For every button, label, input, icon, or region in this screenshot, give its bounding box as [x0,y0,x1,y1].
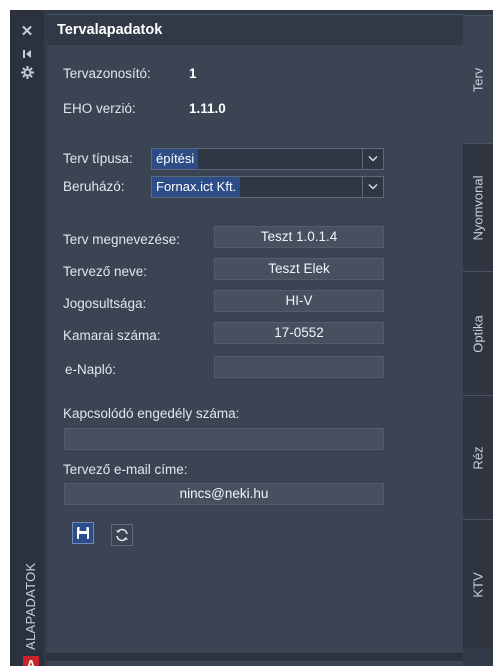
beruhazo-selected: Fornax.ict Kft. [152,177,241,197]
tab-rez[interactable]: Réz [463,395,493,519]
gear-icon[interactable] [10,66,44,82]
tab-ktv[interactable]: KTV [463,519,493,649]
tervezo-neve-label: Tervező neve: [63,264,148,279]
terv-megnevezese-field[interactable]: Teszt 1.0.1.4 [214,226,384,248]
kamarai-szama-label: Kamarai száma: [63,328,161,343]
terv-tipusa-select[interactable]: építési [151,148,384,170]
tervezo-neve-field[interactable]: Teszt Elek [214,258,384,280]
vertical-panel-label: ALAPADATOK [23,562,38,650]
terv-megnevezese-label: Terv megnevezése: [63,232,181,247]
panel-title-bar: Tervalapadatok [47,15,463,45]
eho-verzio-value: 1.11.0 [189,101,226,116]
tab-terv-label: Terv [470,67,486,92]
terv-tipusa-selected: építési [152,149,199,169]
jogosultsaga-field[interactable]: HI-V [214,290,384,312]
tab-terv[interactable]: Terv [463,15,493,143]
close-icon[interactable]: ✕ [10,24,44,40]
e-naplo-field[interactable] [214,356,384,378]
engedely-field[interactable] [64,428,384,450]
eho-verzio-label: EHO verzió: [63,101,136,116]
panel-bottom-bar [47,653,463,661]
tab-nyomvonal-label: Nyomvonal [470,174,486,241]
e-naplo-label: e-Napló: [65,362,117,377]
refresh-button[interactable] [111,524,133,546]
tab-ktv-label: KTV [470,571,486,598]
palette-left-strip: ✕ ALAPADATOK A [10,10,44,666]
tervazonosito-value: 1 [189,66,197,81]
terv-tipusa-label: Terv típusa: [63,151,133,166]
tab-optika[interactable]: Optika [463,271,493,395]
panel-title: Tervalapadatok [57,22,163,38]
tervazonosito-label: Tervazonosító: [63,66,151,81]
chevron-down-icon[interactable] [362,177,383,197]
autocad-logo-icon: A [23,656,39,666]
chevron-down-icon[interactable] [362,149,383,169]
email-field[interactable]: nincs@neki.hu [64,483,384,505]
tab-nyomvonal[interactable]: Nyomvonal [463,143,493,271]
tab-rez-label: Réz [470,445,486,470]
refresh-icon [116,528,128,542]
tab-optika-label: Optika [470,314,486,353]
beruhazo-select[interactable]: Fornax.ict Kft. [151,176,384,198]
pin-icon[interactable] [10,46,44,62]
email-label: Tervező e-mail címe: [63,462,188,477]
kamarai-szama-field[interactable]: 17-0552 [214,322,384,344]
engedely-label: Kapcsolódó engedély száma: [63,406,240,421]
beruhazo-label: Beruházó: [63,179,125,194]
save-button[interactable] [72,522,94,544]
jogosultsaga-label: Jogosultsága: [63,296,147,311]
save-icon [77,527,89,539]
